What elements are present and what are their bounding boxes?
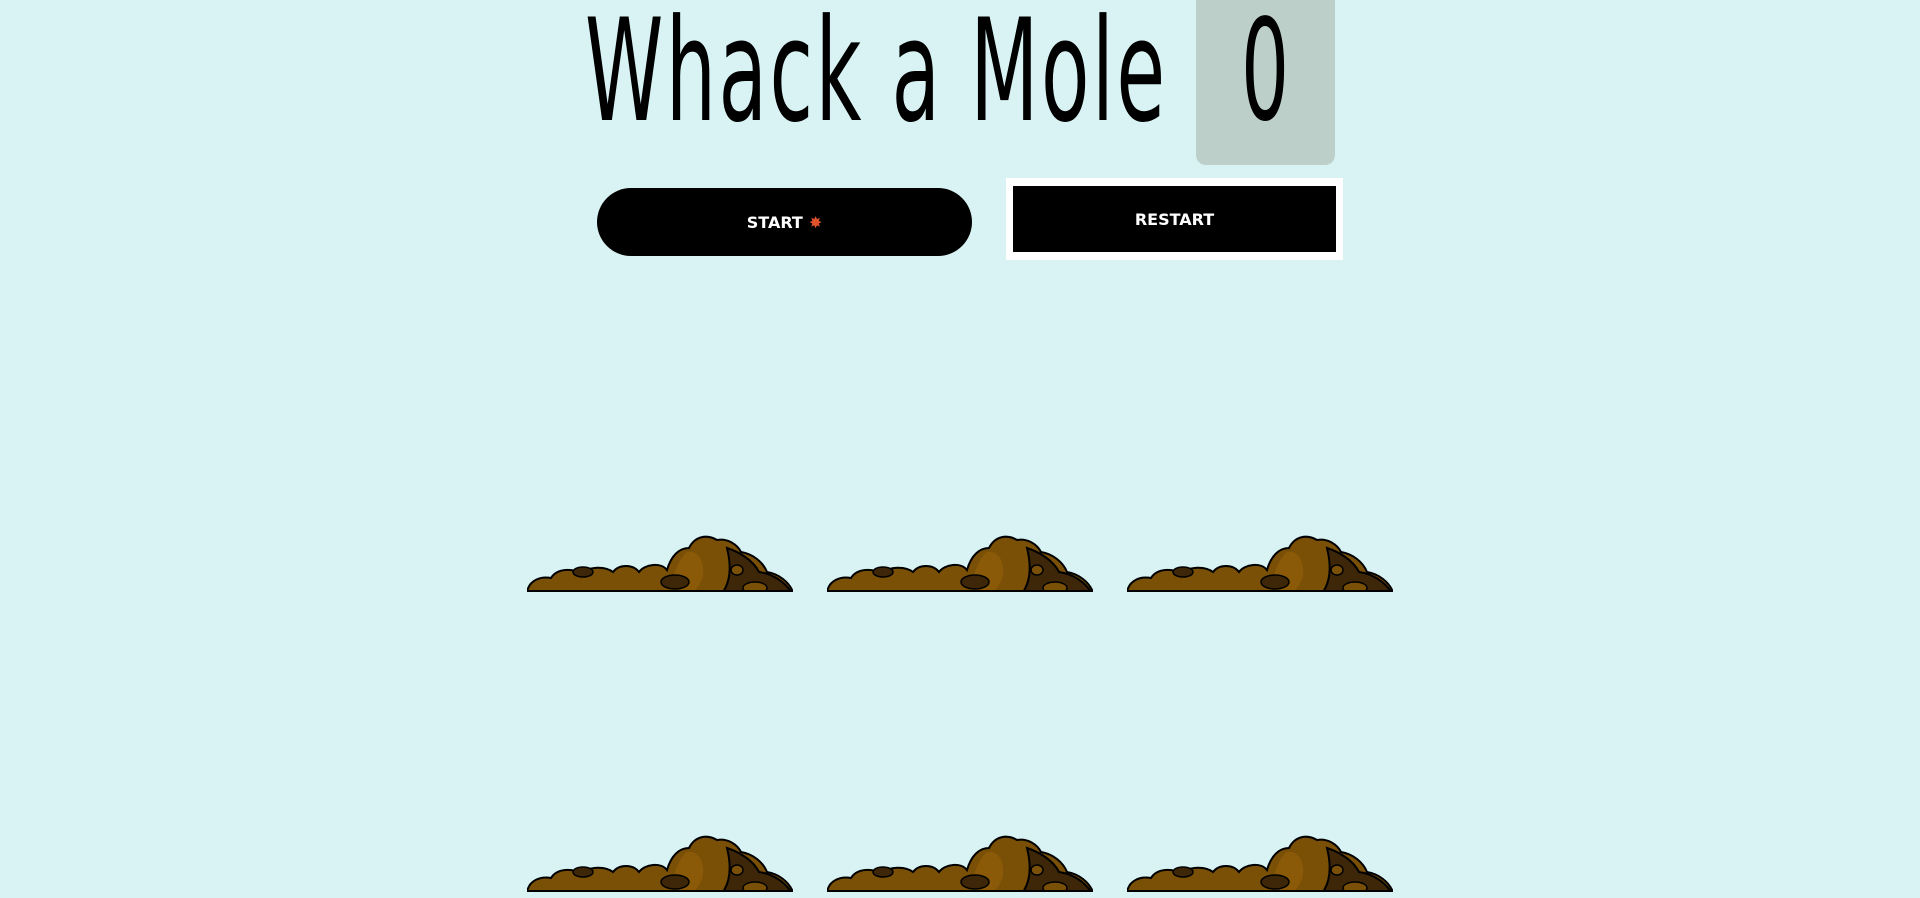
mole-hole[interactable] [827, 530, 1093, 592]
dirt-mound-icon [827, 535, 1093, 592]
mole-hole[interactable] [527, 830, 793, 892]
game-title: Whack a Mole [585, 0, 1168, 154]
dirt-mound-icon [527, 535, 793, 592]
dirt-mound-icon [1127, 835, 1393, 892]
dirt-mound-icon [827, 835, 1093, 892]
mole-hole[interactable] [527, 530, 793, 592]
mole-hole[interactable] [827, 830, 1093, 892]
start-button[interactable]: START ✸ [597, 188, 972, 256]
spark-icon: ✸ [808, 212, 823, 232]
mole-hole[interactable] [1127, 830, 1393, 892]
dirt-mound-icon [1127, 535, 1393, 592]
dirt-mound-icon [527, 835, 793, 892]
score-box: 0 [1196, 0, 1335, 165]
start-button-label: START [746, 212, 803, 232]
restart-button[interactable]: RESTART [1013, 186, 1336, 252]
game-page: Whack a Mole 0 START ✸ RESTART [0, 0, 1920, 898]
mole-hole[interactable] [1127, 530, 1393, 592]
restart-button-frame: RESTART [1006, 178, 1343, 260]
score-value: 0 [1241, 0, 1290, 153]
